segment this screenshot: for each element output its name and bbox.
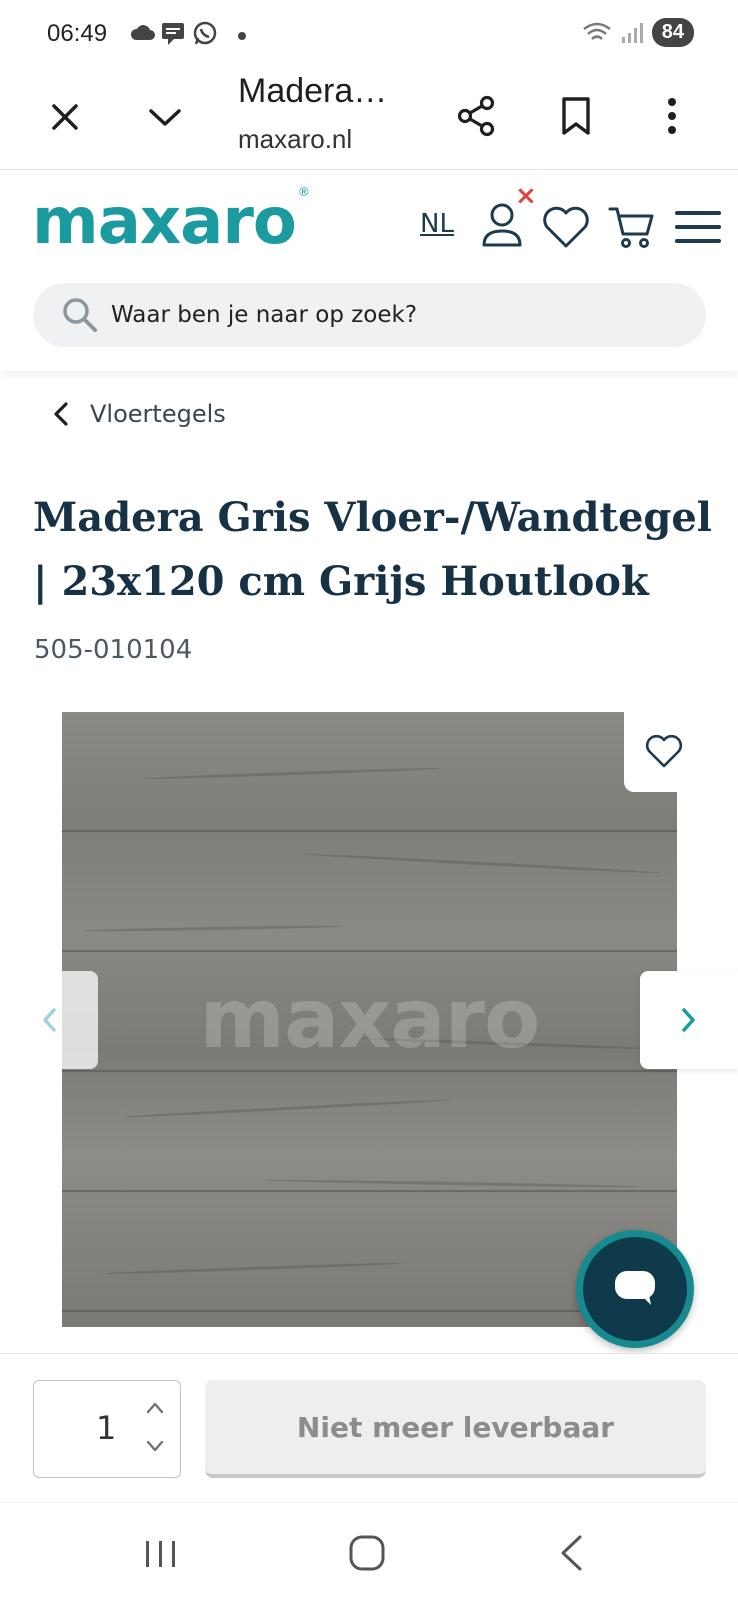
wishlist-button[interactable] xyxy=(538,199,594,255)
signal-icon xyxy=(621,22,643,43)
search-input[interactable] xyxy=(111,302,671,328)
logged-out-mark: × xyxy=(515,181,537,211)
wood-grain xyxy=(102,1261,402,1276)
more-options-button[interactable] xyxy=(646,90,698,142)
search-bar[interactable] xyxy=(33,283,706,347)
product-image[interactable]: maxaro xyxy=(62,712,677,1327)
chevron-left-icon xyxy=(54,402,68,426)
quantity-stepper[interactable]: 1 xyxy=(33,1380,181,1478)
page-url[interactable]: maxaro.nl xyxy=(238,124,352,155)
language-selector[interactable]: NL xyxy=(420,209,454,239)
product-sku: 505-010104 xyxy=(34,635,193,665)
heart-icon xyxy=(543,206,589,248)
wifi-icon xyxy=(582,22,611,40)
back-icon[interactable] xyxy=(558,1533,584,1573)
add-to-favorites-button[interactable] xyxy=(624,710,704,792)
wood-grain xyxy=(122,1098,452,1119)
increment-icon[interactable] xyxy=(146,1401,164,1415)
gallery-next-button[interactable] xyxy=(640,971,738,1069)
chat-icon xyxy=(615,1271,655,1305)
cart-button[interactable] xyxy=(604,199,660,255)
share-button[interactable] xyxy=(450,90,502,142)
status-bar: 06:49 84 xyxy=(0,0,738,70)
maxaro-logo[interactable]: maxaro ® xyxy=(32,185,310,259)
wood-grain xyxy=(81,924,343,933)
quantity-value[interactable]: 1 xyxy=(96,1409,116,1447)
unavailable-button[interactable]: Niet meer leverbaar xyxy=(205,1380,706,1478)
battery-level: 84 xyxy=(651,18,694,47)
breadcrumb[interactable]: Vloertegels xyxy=(52,400,226,428)
close-tab-button[interactable] xyxy=(40,92,90,142)
status-time: 06:49 xyxy=(47,20,108,47)
share-icon xyxy=(457,95,495,137)
recent-apps-icon[interactable] xyxy=(143,1539,179,1569)
wood-grain xyxy=(302,852,662,875)
more-vert-icon xyxy=(668,98,676,134)
home-icon[interactable] xyxy=(347,1533,387,1573)
main-menu-button[interactable] xyxy=(670,199,726,255)
heart-icon xyxy=(645,734,683,768)
search-icon xyxy=(61,295,101,335)
system-icons: 84 xyxy=(582,18,694,47)
notification-dot xyxy=(238,32,246,40)
logo-text: maxaro xyxy=(32,185,297,259)
android-navigation-bar xyxy=(0,1502,738,1600)
cloud-icon xyxy=(130,25,155,40)
chevron-left-icon xyxy=(43,1008,56,1032)
wood-grain xyxy=(142,766,442,781)
whatsapp-icon xyxy=(193,21,217,45)
decrement-icon[interactable] xyxy=(146,1439,164,1453)
bookmark-icon xyxy=(562,97,590,135)
product-title: Madera Gris Vloer-/Wandtegel | 23x120 cm… xyxy=(33,494,713,605)
hamburger-icon xyxy=(675,211,721,243)
registered-mark: ® xyxy=(297,185,310,199)
site-header: maxaro ® NL × xyxy=(0,171,738,371)
bookmark-button[interactable] xyxy=(550,90,602,142)
close-icon xyxy=(52,104,78,130)
minimize-button[interactable] xyxy=(140,92,190,142)
browser-toolbar: Madera… maxaro.nl xyxy=(0,70,738,170)
message-icon xyxy=(162,23,184,45)
chevron-right-icon xyxy=(682,1008,695,1032)
breadcrumb-label[interactable]: Vloertegels xyxy=(90,400,226,428)
page-title: Madera… xyxy=(238,72,388,110)
gallery-prev-button[interactable] xyxy=(0,971,98,1069)
chat-button[interactable] xyxy=(576,1230,694,1348)
wood-grain xyxy=(262,1178,642,1189)
notification-icons xyxy=(130,20,218,46)
purchase-bar: 1 Niet meer leverbaar xyxy=(0,1353,738,1501)
image-watermark: maxaro xyxy=(199,972,541,1067)
cart-icon xyxy=(608,207,654,248)
chevron-down-icon xyxy=(149,109,181,126)
